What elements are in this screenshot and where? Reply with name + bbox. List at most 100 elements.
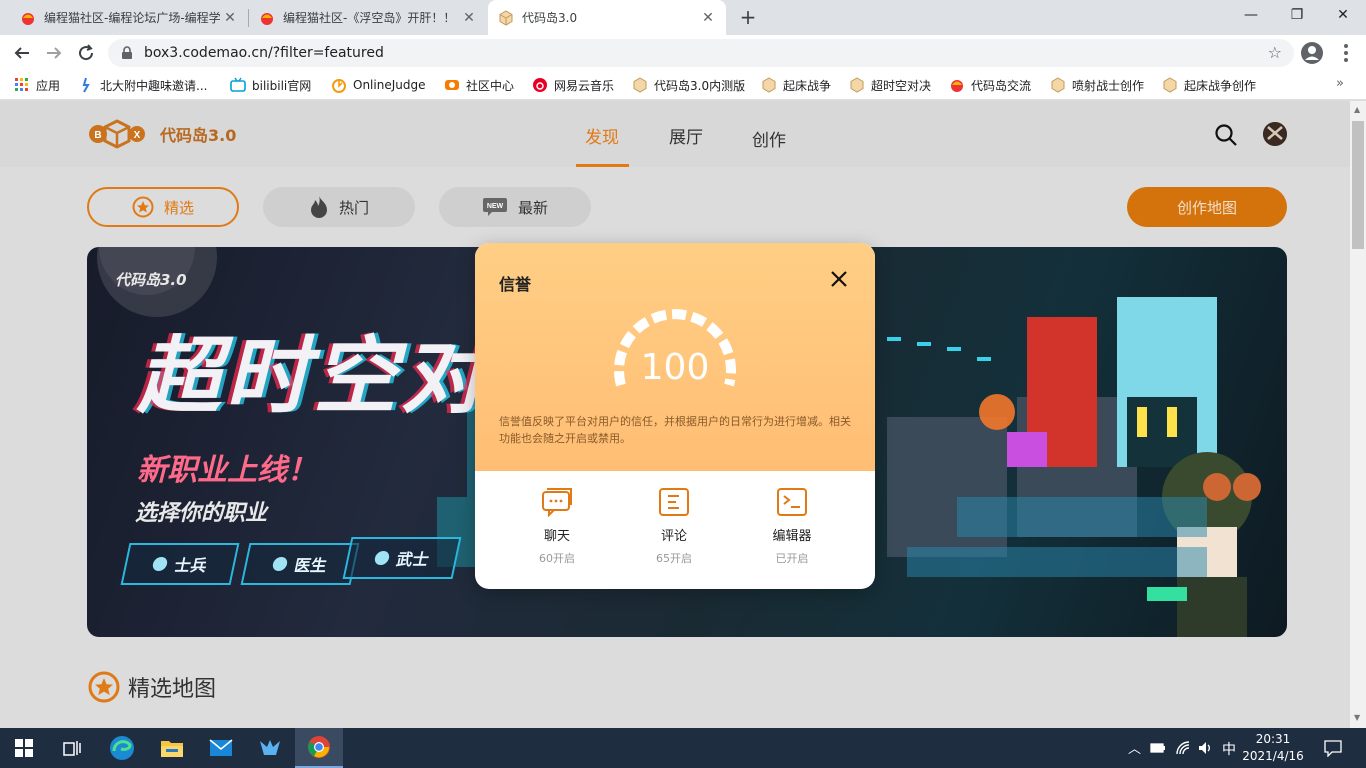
forward-button[interactable] (40, 39, 68, 67)
bookmark-item[interactable]: 起床战争 (761, 76, 831, 94)
star-badge-icon (88, 671, 120, 703)
reload-icon (79, 44, 94, 61)
bookmark-item[interactable]: 超时空对决 (849, 76, 931, 94)
start-button[interactable] (0, 728, 48, 768)
browser-tab-2[interactable]: 编程猫社区-《浮空岛》开肝！！ ✕ (249, 0, 487, 35)
volume-icon[interactable] (1197, 740, 1213, 756)
page-scrollbar[interactable]: ▲ ▼ (1350, 101, 1366, 728)
modal-title: 信誉 (499, 275, 532, 294)
minimize-button[interactable]: — (1228, 0, 1274, 30)
box3-cube-icon (1163, 77, 1177, 93)
bookmark-item[interactable]: bilibili官网 (230, 76, 311, 94)
taskbar-app[interactable] (246, 728, 294, 768)
netease-music-icon (533, 78, 547, 92)
job-tag-soldier: 士兵 (120, 543, 240, 585)
taskbar-edge[interactable] (98, 728, 146, 768)
filter-hot-button[interactable]: 热门 (263, 187, 415, 227)
new-tab-button[interactable]: + (736, 5, 760, 29)
svg-text:B: B (94, 130, 101, 141)
codemao-favicon-icon (261, 12, 273, 25)
codemao-favicon-icon (951, 80, 963, 92)
section-featured-maps: 精选地图 (88, 671, 216, 703)
tray-expand-icon[interactable]: ︿ (1128, 738, 1141, 757)
codemao-favicon-icon (22, 12, 34, 25)
task-view-button[interactable] (48, 728, 96, 768)
svg-text:NEW: NEW (487, 203, 504, 210)
battery-icon[interactable] (1150, 741, 1166, 755)
svg-text:X: X (134, 130, 141, 141)
scroll-up-icon[interactable]: ▲ (1354, 105, 1360, 114)
bookmark-item[interactable]: 喷射战士创作 (1050, 76, 1144, 94)
plus-icon (271, 557, 289, 571)
close-icon[interactable]: ✕ (461, 10, 477, 26)
scroll-down-icon[interactable]: ▼ (1354, 713, 1360, 722)
credit-description: 信誉值反映了平台对用户的信任，并根据用户的日常行为进行增减。相关功能也会随之开启… (499, 415, 851, 445)
site-logo[interactable]: B X 代码岛3.0 (88, 119, 236, 149)
box3-cube-icon (1051, 77, 1065, 93)
banner-prompt: 选择你的职业 (135, 501, 268, 526)
address-bar[interactable]: box3.codemao.cn/?filter=featured ☆ (108, 39, 1294, 67)
community-icon (445, 80, 459, 90)
user-avatar[interactable] (1263, 122, 1287, 146)
permission-chat: 聊天 60开启 (517, 487, 597, 566)
close-window-button[interactable]: ✕ (1320, 0, 1366, 30)
maximize-button[interactable]: ❐ (1274, 0, 1320, 30)
bookmark-item[interactable]: 网易云音乐 (532, 76, 614, 94)
browser-tabstrip: 编程猫社区-编程论坛广场-编程学习 ✕ 编程猫社区-《浮空岛》开肝！！ ✕ 代码… (0, 0, 1366, 35)
bookmark-item[interactable]: 代码岛交流 (949, 76, 1031, 94)
bookmark-item[interactable]: 北大附中趣味邀请... (78, 76, 207, 94)
bookmark-item[interactable]: 起床战争创作 (1162, 76, 1256, 94)
system-clock[interactable]: 20:31 2021/4/16 (1234, 731, 1312, 765)
create-map-button[interactable]: 创作地图 (1127, 187, 1287, 227)
banner-logo: 代码岛3.0 (115, 271, 187, 289)
task-view-icon (63, 741, 81, 756)
nav-active-indicator (576, 164, 629, 167)
permission-comment: 评论 65开启 (634, 487, 714, 566)
scroll-thumb[interactable] (1352, 121, 1364, 249)
close-icon[interactable] (829, 269, 849, 289)
bookmarks-more-icon[interactable]: » (1336, 76, 1344, 91)
credit-modal: 信誉 100 信誉值反映了平台对用户的信任，并根据用户的日常行为进行增减。相关功… (475, 243, 875, 589)
edge-browser-icon (110, 736, 134, 760)
site-header: B X 代码岛3.0 发现 展厅 创作 (0, 101, 1350, 167)
taskbar-file-explorer[interactable] (148, 728, 196, 768)
sword-icon (373, 551, 391, 565)
comment-icon (659, 488, 689, 516)
windows-logo-icon (15, 739, 33, 757)
bookmark-apps[interactable]: 应用 (14, 76, 60, 94)
bookmark-star-icon[interactable]: ☆ (1268, 43, 1282, 62)
nav-discover[interactable]: 发现 (585, 123, 619, 148)
browser-toolbar: box3.codemao.cn/?filter=featured ☆ (0, 35, 1366, 70)
apps-grid-icon (15, 78, 28, 91)
browser-menu-icon[interactable] (1336, 41, 1356, 65)
notification-icon[interactable] (1324, 739, 1342, 757)
browser-tab-1[interactable]: 编程猫社区-编程论坛广场-编程学习 ✕ (10, 0, 248, 35)
bookmark-item[interactable]: 社区中心 (444, 76, 514, 94)
taskbar-chrome[interactable] (295, 728, 343, 768)
job-tag-samurai: 武士 (342, 537, 462, 579)
filter-featured-button[interactable]: 精选 (87, 187, 239, 227)
bookmark-item[interactable]: 代码岛3.0内测版 (632, 76, 745, 94)
nav-gallery[interactable]: 展厅 (669, 123, 703, 148)
onlinejudge-icon (332, 79, 346, 93)
chrome-browser-icon (308, 736, 330, 758)
soldier-icon (151, 557, 169, 571)
browser-tab-3-active[interactable]: 代码岛3.0 ✕ (488, 0, 726, 35)
url-text: box3.codemao.cn/?filter=featured (144, 45, 384, 61)
profile-avatar-icon[interactable] (1300, 41, 1324, 65)
filter-new-button[interactable]: NEW 最新 (439, 187, 591, 227)
box3-cube-icon (850, 77, 864, 93)
reload-button[interactable] (72, 39, 100, 67)
arrow-right-icon (47, 47, 62, 59)
search-icon[interactable] (1214, 123, 1238, 147)
nav-create[interactable]: 创作 (752, 126, 786, 151)
taskbar-mail[interactable] (197, 728, 245, 768)
close-icon[interactable]: ✕ (222, 10, 238, 26)
bookmark-item[interactable]: OnlineJudge (331, 76, 425, 94)
box3-cube-icon (633, 77, 647, 93)
back-button[interactable] (8, 39, 36, 67)
wifi-icon[interactable] (1175, 740, 1191, 756)
box3-cube-icon (499, 9, 513, 26)
close-icon[interactable]: ✕ (700, 10, 716, 26)
flame-icon (310, 196, 327, 218)
